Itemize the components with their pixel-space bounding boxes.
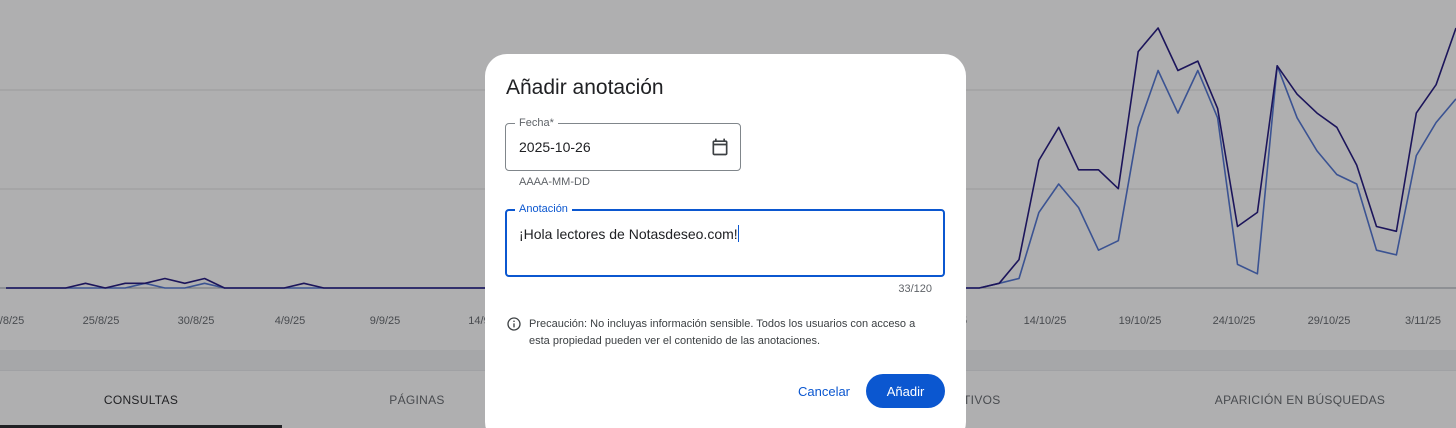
date-format-hint: AAAA-MM-DD <box>519 176 590 188</box>
info-icon <box>507 317 521 331</box>
character-counter: 33/120 <box>898 283 932 295</box>
sensitive-info-warning: Precaución: No incluyas información sens… <box>529 318 916 347</box>
annotation-text[interactable]: ¡Hola lectores de Notasdeseo.com! <box>519 225 739 242</box>
date-input-value[interactable]: 2025-10-26 <box>519 139 591 155</box>
calendar-icon[interactable] <box>710 137 730 157</box>
annotation-textarea[interactable]: Anotación ¡Hola lectores de Notasdeseo.c… <box>505 203 945 277</box>
date-field-label: Fecha* <box>515 117 558 129</box>
dialog-title: Añadir anotación <box>506 76 664 99</box>
annotation-text-value: ¡Hola lectores de Notasdeseo.com! <box>519 226 738 242</box>
cancel-button[interactable]: Cancelar <box>787 374 861 408</box>
date-field[interactable]: Fecha* 2025-10-26 <box>505 117 741 171</box>
text-caret <box>737 225 739 242</box>
add-annotation-dialog: Añadir anotación Fecha* 2025-10-26 AAAA-… <box>485 54 966 428</box>
annotation-field-label: Anotación <box>515 203 572 215</box>
add-button[interactable]: Añadir <box>866 374 945 408</box>
